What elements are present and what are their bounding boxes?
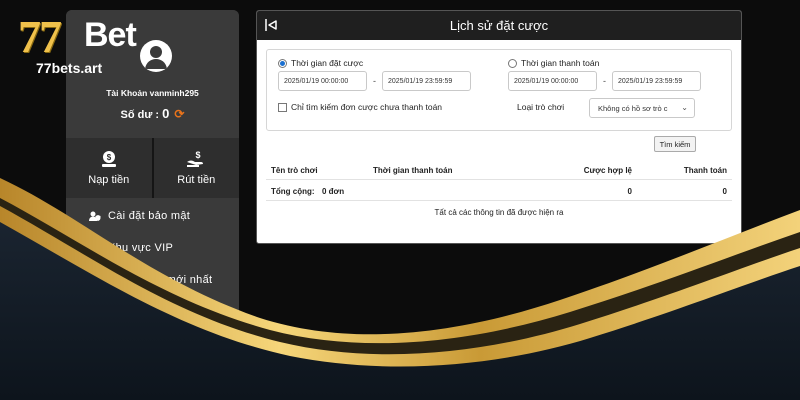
crown-icon	[88, 243, 102, 253]
menu-label: Cài đặt bảo mật	[108, 210, 191, 222]
wallet-actions: $ Nạp tiền $ Rút tiền	[66, 138, 239, 198]
balance-label: Số dư :	[120, 109, 160, 121]
withdraw-money-icon: $	[187, 150, 204, 167]
bell-icon	[88, 275, 102, 286]
pay-from-input[interactable]: 2025/01/19 00:00:00	[508, 71, 597, 91]
total-payout: 0	[722, 187, 727, 196]
game-type-label: Loại trò chơi	[517, 102, 565, 112]
table-footer-note: Tất cả các thông tin đã được hiện ra	[266, 201, 732, 223]
table-header: Tên trò chơi Thời gian thanh toán Cược h…	[266, 159, 732, 180]
menu-item-security[interactable]: Cài đặt bảo mật	[66, 200, 239, 232]
withdraw-label: Rút tiền	[177, 174, 216, 186]
total-label: Tổng cộng:	[271, 187, 315, 196]
column-header: Thời gian thanh toán	[373, 166, 453, 175]
bet-from-input[interactable]: 2025/01/19 00:00:00	[278, 71, 367, 91]
unpaid-only-option[interactable]: Chỉ tìm kiếm đơn cược chưa thanh toán	[278, 102, 442, 112]
account-menu: Cài đặt bảo mật Khu vực VIP Thông báo mớ…	[66, 200, 239, 321]
bet-time-radio[interactable]	[278, 58, 287, 68]
svg-text:$: $	[196, 150, 201, 160]
menu-item-notifications[interactable]: Thông báo mới nhất	[66, 264, 239, 296]
logo-word: Bet	[84, 16, 137, 54]
bet-to-input[interactable]: 2025/01/19 23:59:59	[382, 71, 471, 91]
table-total-row: Tổng cộng: 0 đơn 0 0	[266, 180, 732, 201]
total-orders: 0 đơn	[322, 187, 345, 196]
unpaid-only-checkbox[interactable]	[278, 102, 287, 112]
user-shield-icon	[88, 211, 102, 221]
menu-item-vip[interactable]: Khu vực VIP	[66, 232, 239, 264]
logo-digits: 77	[18, 11, 62, 62]
bet-time-label: Thời gian đặt cược	[291, 58, 364, 68]
filter-panel: Thời gian đặt cược 2025/01/19 00:00:00 -…	[266, 49, 732, 131]
column-header: Cược hợp lệ	[583, 166, 632, 175]
column-header: Tên trò chơi	[271, 166, 318, 175]
brand-logo[interactable]: 77 Bet 77bets.art	[6, 10, 176, 80]
svg-text:$: $	[107, 153, 112, 162]
menu-label: Thông báo mới nhất	[108, 274, 213, 286]
chevron-down-icon: ⌄	[681, 103, 688, 112]
bet-time-option[interactable]: Thời gian đặt cược	[278, 58, 363, 68]
unpaid-only-label: Chỉ tìm kiếm đơn cược chưa thanh toán	[291, 102, 443, 112]
pay-time-radio[interactable]	[508, 58, 517, 68]
menu-label: Khu vực VIP	[108, 242, 174, 254]
game-type-value: Không có hồ sơ trò c	[598, 103, 668, 113]
pay-time-label: Thời gian thanh toán	[521, 58, 600, 68]
deposit-money-icon: $	[101, 151, 116, 167]
pay-time-option[interactable]: Thời gian thanh toán	[508, 58, 599, 68]
bet-history-dialog: Lịch sử đặt cược Thời gian đặt cược 2025…	[256, 10, 742, 244]
results-table: Tên trò chơi Thời gian thanh toán Cược h…	[266, 159, 732, 223]
account-name: Tài Khoản vanminh295	[106, 88, 199, 98]
pay-to-input[interactable]: 2025/01/19 23:59:59	[612, 71, 701, 91]
date-range-dash: -	[373, 76, 376, 86]
column-header: Thanh toán	[683, 166, 727, 175]
withdraw-button[interactable]: $ Rút tiền	[153, 138, 239, 198]
balance-value: 0	[162, 106, 170, 121]
dialog-header: Lịch sử đặt cược	[257, 11, 741, 40]
balance: Số dư : 0 ⟳	[66, 106, 239, 121]
back-arrow-icon[interactable]	[264, 18, 278, 32]
notification-dot	[170, 313, 178, 321]
date-range-dash: -	[603, 76, 606, 86]
deposit-label: Nạp tiền	[88, 174, 130, 186]
footer-note: Tất cả các thông tin đã được hiện ra	[434, 208, 564, 217]
logo-site: 77bets.art	[36, 60, 103, 76]
dialog-title: Lịch sử đặt cược	[449, 18, 549, 33]
total-valid-bet: 0	[627, 187, 632, 196]
game-type-select[interactable]: Không có hồ sơ trò c ⌄	[589, 98, 695, 118]
refresh-icon[interactable]: ⟳	[174, 107, 184, 121]
deposit-button[interactable]: $ Nạp tiền	[66, 138, 152, 198]
search-button[interactable]: Tìm kiếm	[654, 136, 696, 152]
